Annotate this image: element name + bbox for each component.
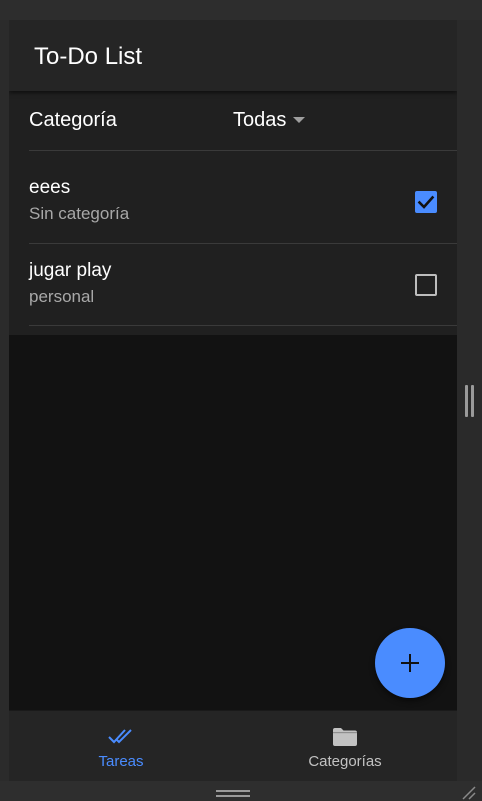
app-bar: To-Do List xyxy=(9,20,457,91)
task-item[interactable]: jugar play personal xyxy=(9,244,457,326)
task-list-panel: Categoría Todas eees Sin categoría jugar… xyxy=(9,91,457,335)
resize-grip-icon[interactable] xyxy=(460,784,476,800)
nav-tab-categorias[interactable]: Categorías xyxy=(233,711,457,781)
category-filter-label: Categoría xyxy=(29,109,117,131)
task-category: personal xyxy=(29,287,95,306)
bottom-resize-handle[interactable] xyxy=(216,790,250,797)
folder-icon xyxy=(333,728,357,746)
nav-label-tareas: Tareas xyxy=(98,753,144,770)
divider xyxy=(29,325,457,326)
plus-icon xyxy=(401,654,419,672)
task-title: jugar play xyxy=(29,260,112,281)
todo-app: To-Do List Categoría Todas eees Sin cate… xyxy=(9,20,457,781)
task-done-checkbox[interactable] xyxy=(415,274,437,296)
dropdown-arrow-icon xyxy=(293,117,306,123)
task-category: Sin categoría xyxy=(29,204,130,223)
nav-label-categorias: Categorías xyxy=(308,753,382,770)
task-done-checkbox[interactable] xyxy=(415,191,437,213)
bottom-navigation: Tareas Categorías xyxy=(9,710,457,781)
panel-resize-handle[interactable] xyxy=(465,385,474,417)
nav-tab-tareas[interactable]: Tareas xyxy=(9,711,233,781)
double-check-icon xyxy=(108,729,132,744)
checkmark-icon xyxy=(417,195,435,209)
add-task-button[interactable] xyxy=(375,628,445,698)
category-filter-row: Categoría Todas xyxy=(9,91,457,150)
window-top-bar xyxy=(0,0,482,20)
task-title: eees xyxy=(29,177,71,198)
category-dropdown-value: Todas xyxy=(233,109,287,131)
task-item[interactable]: eees Sin categoría xyxy=(9,151,457,233)
app-title: To-Do List xyxy=(34,43,143,70)
category-dropdown[interactable]: Todas xyxy=(233,108,306,132)
